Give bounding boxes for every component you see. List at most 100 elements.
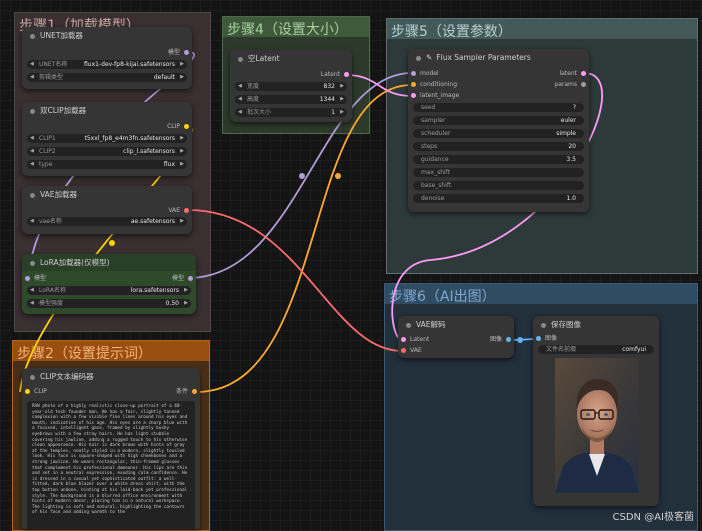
model-input-socket[interactable] [411,71,416,76]
node-header[interactable]: CLIP文本编码器 [22,368,200,385]
arrow-right-icon[interactable]: ▶ [180,147,184,156]
latent-output-socket[interactable] [581,71,586,76]
output-label: 模型 [167,49,180,56]
model-output-socket[interactable] [188,276,193,281]
arrow-right-icon[interactable]: ▶ [184,299,188,308]
vae-decode-node[interactable]: VAE解码 Latent 图像 VAE [398,316,514,358]
generated-portrait-image[interactable] [555,358,639,493]
image-output-socket[interactable] [506,337,511,342]
arrow-right-icon[interactable]: ▶ [340,82,344,91]
dual-clip-loader-node[interactable]: 双CLIP加载器 CLIP ◀ CLIP1 t5xxl_fp8_e4m3fn.saf… [22,102,192,176]
input-label: CLIP [34,388,47,395]
arrow-right-icon[interactable]: ▶ [340,108,344,117]
arrow-left-icon[interactable]: ◀ [238,82,242,91]
clip-type-widget[interactable]: ◀ type flux ▶ [27,160,187,169]
clip-input-socket[interactable] [25,389,30,394]
batch-size-widget[interactable]: ◀ 批次大小 1 ▶ [235,108,347,117]
arrow-left-icon[interactable]: ◀ [30,147,34,156]
arrow-right-icon[interactable]: ▶ [340,95,344,104]
collapse-dot-icon[interactable] [406,322,411,328]
reroute-dot[interactable] [299,173,305,179]
guidance-field[interactable]: guidance 3.5 [413,155,584,164]
pencil-icon: ✎ [426,53,433,62]
lora-loader-node[interactable]: LoRA加载器(仅模型) 模型 模型 ◀ LoRA名称 lora.safetensor… [22,254,196,314]
save-image-node[interactable]: 保存图像 图像 文件名前缀 comfyui [533,316,659,506]
vae-loader-node[interactable]: VAE加载器 VAE ◀ vae名称 ae.safetensors ▶ [22,186,192,234]
lora-name-widget[interactable]: ◀ LoRA名称 lora.safetensors ▶ [27,286,191,295]
model-output-socket[interactable] [184,50,189,55]
node-header[interactable]: 双CLIP加载器 [22,102,192,119]
arrow-right-icon[interactable]: ▶ [180,217,184,226]
collapse-dot-icon[interactable] [30,108,35,114]
denoise-field[interactable]: denoise 1.0 [413,194,584,203]
collapse-dot-icon[interactable] [30,33,35,39]
node-header[interactable]: VAE解码 [398,316,514,333]
collapse-dot-icon[interactable] [30,374,35,380]
arrow-left-icon[interactable]: ◀ [30,286,34,295]
node-header[interactable]: LoRA加载器(仅模型) [22,254,196,271]
filename-prefix-widget[interactable]: 文件名前缀 comfyui [538,345,654,354]
collapse-dot-icon[interactable] [541,322,546,328]
output-label: 条件 [175,388,188,395]
clip1-widget[interactable]: ◀ CLIP1 t5xxl_fp8_e4m3fn.safetensors ▶ [27,134,187,143]
unet-loader-node[interactable]: UNET加载器 模型 ◀ UNET名称 flux1-dev-fp8-kijai.sa… [22,27,192,89]
arrow-right-icon[interactable]: ▶ [180,134,184,143]
arrow-left-icon[interactable]: ◀ [30,134,34,143]
arrow-left-icon[interactable]: ◀ [30,160,34,169]
node-header[interactable]: ✎ Flux Sampler Parameters [408,49,589,66]
reroute-dot[interactable] [335,173,341,179]
steps-field[interactable]: steps 20 [413,142,584,151]
output-label: CLIP [167,123,180,130]
collapse-dot-icon[interactable] [30,260,35,266]
node-header[interactable]: 空Latent [230,50,352,67]
params-output-socket[interactable] [581,82,586,87]
conditioning-output-socket[interactable] [192,389,197,394]
arrow-left-icon[interactable]: ◀ [238,95,242,104]
arrow-left-icon[interactable]: ◀ [238,108,242,117]
model-input-socket[interactable] [25,276,30,281]
vae-output-socket[interactable] [184,208,189,213]
weight-dtype-widget[interactable]: ◀ 剪辑类型 default ▶ [27,73,187,82]
input-label: model [420,70,439,77]
node-header[interactable]: UNET加载器 [22,27,192,44]
link-vae-decode [187,209,403,352]
clip2-widget[interactable]: ◀ CLIP2 clip_l.safetensors ▶ [27,147,187,156]
collapse-dot-icon[interactable] [30,192,35,198]
latent-input-socket[interactable] [411,93,416,98]
conditioning-input-socket[interactable] [411,82,416,87]
collapse-dot-icon[interactable] [238,56,243,62]
latent-output-socket[interactable] [344,72,349,77]
vae-input-socket[interactable] [401,348,406,353]
base-shift-field[interactable]: base_shift [413,181,584,190]
height-widget[interactable]: ◀ 高度 1344 ▶ [235,95,347,104]
sampler-field[interactable]: sampler euler [413,116,584,125]
collapse-dot-icon[interactable] [416,55,421,61]
node-header[interactable]: 保存图像 [533,316,659,333]
seed-field[interactable]: seed? [413,103,584,112]
empty-latent-node[interactable]: 空Latent Latent ◀ 宽度 832 ▶ ◀ 高度 1344 ▶ ◀ 批次大小 1 ▶ [230,50,352,122]
clip-output-socket[interactable] [184,124,189,129]
max-shift-field[interactable]: max_shift [413,168,584,177]
arrow-right-icon[interactable]: ▶ [184,286,188,295]
node-title: LoRA加载器(仅模型) [40,258,110,267]
arrow-right-icon[interactable]: ▶ [180,73,184,82]
clip-text-encode-node[interactable]: CLIP文本编码器 CLIP 条件 RAW photo of a highly r… [22,368,200,529]
node-header[interactable]: VAE加载器 [22,186,192,203]
arrow-right-icon[interactable]: ▶ [180,60,184,69]
lora-strength-widget[interactable]: ◀ 模型强度 0.50 ▶ [27,299,191,308]
prompt-textarea[interactable]: RAW photo of a highly realistic close-up… [27,401,195,529]
arrow-left-icon[interactable]: ◀ [30,60,34,69]
arrow-left-icon[interactable]: ◀ [30,217,34,226]
image-input-socket[interactable] [536,336,541,341]
arrow-left-icon[interactable]: ◀ [30,73,34,82]
output-label: latent [559,70,577,77]
vae-name-widget[interactable]: ◀ vae名称 ae.safetensors ▶ [27,217,187,226]
width-widget[interactable]: ◀ 宽度 832 ▶ [235,82,347,91]
scheduler-field[interactable]: scheduler simple [413,129,584,138]
flux-sampler-params-node[interactable]: ✎ Flux Sampler Parameters model latent con… [408,49,589,212]
arrow-right-icon[interactable]: ▶ [180,160,184,169]
latent-input-socket[interactable] [401,337,406,342]
unet-name-widget[interactable]: ◀ UNET名称 flux1-dev-fp8-kijai.safetensors ▶ [27,60,187,69]
node-title: 空Latent [248,54,280,63]
arrow-left-icon[interactable]: ◀ [30,299,34,308]
